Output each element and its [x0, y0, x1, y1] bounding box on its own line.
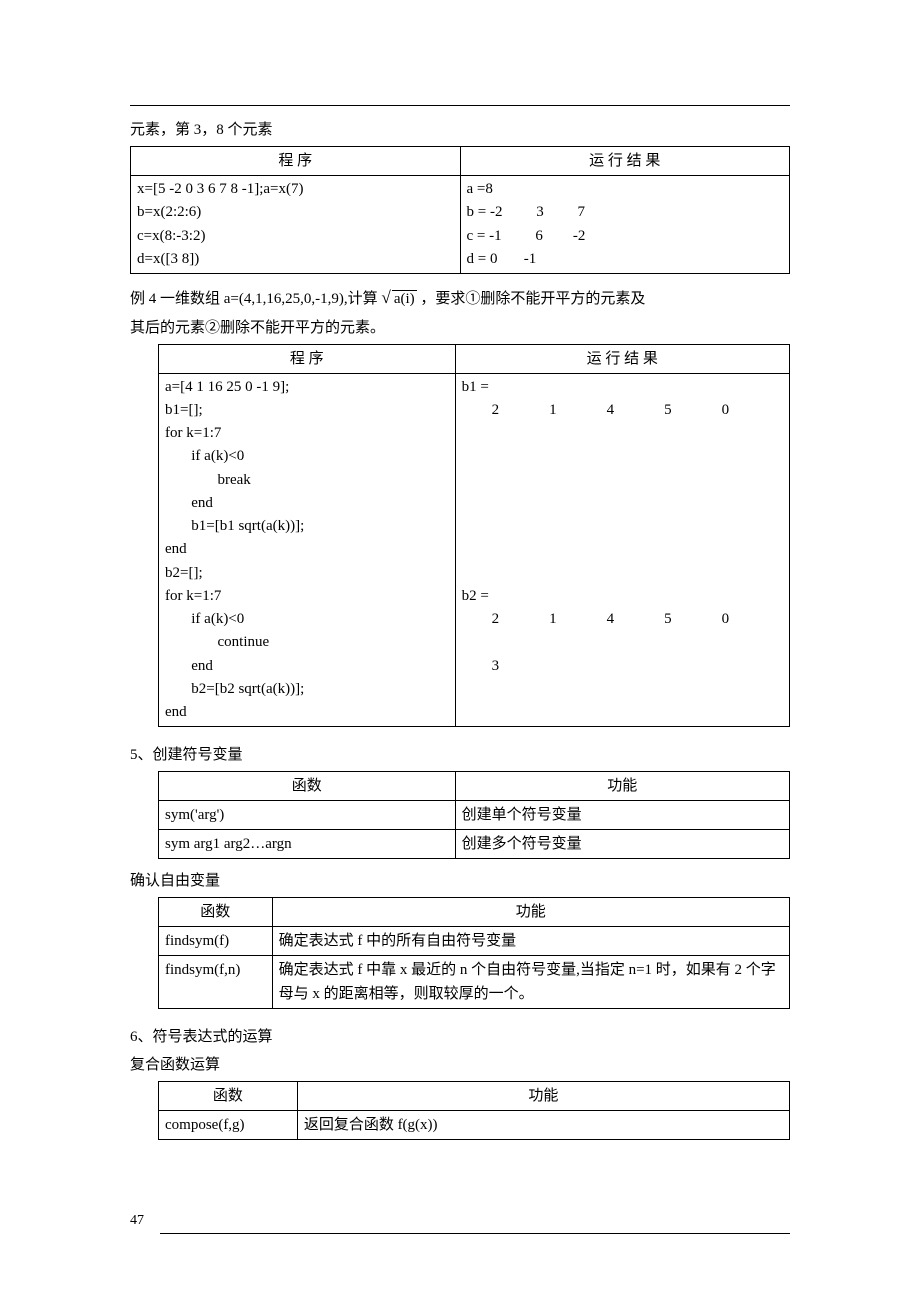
result-cell: a =8 b = -2 3 7 c = -1 6 -2 d = 0 -1 [460, 176, 790, 274]
table-header: 功能 [455, 772, 789, 801]
example4-line2: 其后的元素②删除不能开平方的元素。 [130, 316, 790, 340]
code-cell: x=[5 -2 0 3 6 7 8 -1];a=x(7) b=x(2:2:6) … [131, 176, 461, 274]
ex4-post: ，要求①删除不能开平方的元素及 [420, 291, 645, 307]
page-footer: 47 [130, 1210, 790, 1233]
b1-label: b1 = [462, 379, 489, 395]
result-cell: b1 = 21450 b2 = 21450 3 [455, 373, 789, 727]
table-cell: 返回复合函数 f(g(x)) [297, 1111, 789, 1140]
table-cell: 确定表达式 f 中的所有自由符号变量 [272, 927, 789, 956]
table-4: 函数 功能 findsym(f) 确定表达式 f 中的所有自由符号变量 find… [158, 897, 790, 1009]
top-rule [130, 105, 790, 106]
ex4-pre: 例 4 一维数组 a=(4,1,16,25,0,-1,9),计算 [130, 291, 378, 307]
free-var-title: 确认自由变量 [130, 869, 790, 893]
footer-rule [160, 1233, 790, 1234]
code-cell: a=[4 1 16 25 0 -1 9]; b1=[]; for k=1:7 i… [159, 373, 456, 727]
table-cell: 创建单个符号变量 [455, 801, 789, 830]
sqrt-expr: √a(i) [381, 291, 416, 307]
top-line: 元素，第 3，8 个元素 [130, 118, 790, 142]
table-header: 函数 [159, 1082, 298, 1111]
table-header: 函数 [159, 898, 273, 927]
page-number: 47 [130, 1213, 144, 1228]
section-5-title: 5、创建符号变量 [130, 743, 790, 767]
table-header: 函数 [159, 772, 456, 801]
table-cell: compose(f,g) [159, 1111, 298, 1140]
table-header: 运 行 结 果 [460, 147, 790, 176]
table-header: 程 序 [131, 147, 461, 176]
table-cell: 确定表达式 f 中靠 x 最近的 n 个自由符号变量,当指定 n=1 时，如果有… [272, 956, 789, 1009]
table-3: 函数 功能 sym('arg') 创建单个符号变量 sym arg1 arg2…… [158, 771, 790, 859]
b1-values: 21450 [462, 399, 783, 422]
table-cell: sym arg1 arg2…argn [159, 830, 456, 859]
b2-values-1: 21450 [462, 608, 783, 631]
table-header: 功能 [272, 898, 789, 927]
composite-title: 复合函数运算 [130, 1053, 790, 1077]
table-5: 函数 功能 compose(f,g) 返回复合函数 f(g(x)) [158, 1081, 790, 1140]
table-header: 功能 [297, 1082, 789, 1111]
section-6-title: 6、符号表达式的运算 [130, 1025, 790, 1049]
table-header: 程 序 [159, 344, 456, 373]
table-cell: findsym(f) [159, 927, 273, 956]
radicand: a(i) [392, 290, 417, 307]
b2-values-2: 3 [462, 655, 783, 678]
table-header: 运 行 结 果 [455, 344, 789, 373]
example4-line1: 例 4 一维数组 a=(4,1,16,25,0,-1,9),计算 √a(i) ，… [130, 284, 790, 312]
b2-label: b2 = [462, 588, 489, 604]
table-2: 程 序 运 行 结 果 a=[4 1 16 25 0 -1 9]; b1=[];… [158, 344, 790, 728]
table-cell: sym('arg') [159, 801, 456, 830]
table-cell: findsym(f,n) [159, 956, 273, 1009]
table-1: 程 序 运 行 结 果 x=[5 -2 0 3 6 7 8 -1];a=x(7)… [130, 146, 790, 274]
table-cell: 创建多个符号变量 [455, 830, 789, 859]
